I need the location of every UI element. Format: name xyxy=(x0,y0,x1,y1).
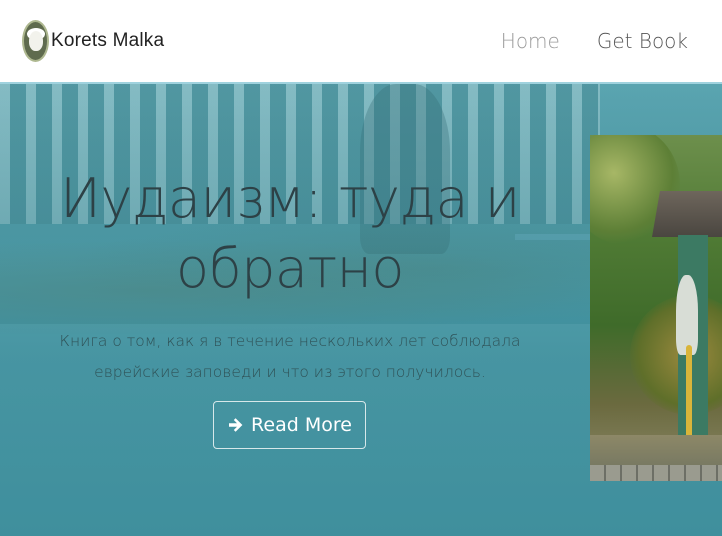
arrow-right-icon xyxy=(227,416,245,434)
nav-link-home[interactable]: Home xyxy=(501,27,560,55)
brand-logo-icon xyxy=(22,20,49,62)
hero-subtitle: Книга о том, как я в течение нескольких … xyxy=(59,332,521,381)
hero-title: Иудаизм: туда и обратно xyxy=(60,167,520,300)
read-more-button[interactable]: Read More xyxy=(213,401,366,449)
hero-section: Иудаизм: туда и обратно Книга о том, как… xyxy=(0,84,722,536)
navbar: Korets Malka Home Get Book xyxy=(0,0,722,84)
nav-link-get-book[interactable]: Get Book xyxy=(597,27,688,55)
nav-links: Home Get Book xyxy=(501,27,688,55)
brand-link[interactable]: Korets Malka xyxy=(22,19,164,63)
hero-photo xyxy=(590,135,722,481)
brand-name: Korets Malka xyxy=(51,30,165,51)
read-more-label: Read More xyxy=(251,414,352,436)
